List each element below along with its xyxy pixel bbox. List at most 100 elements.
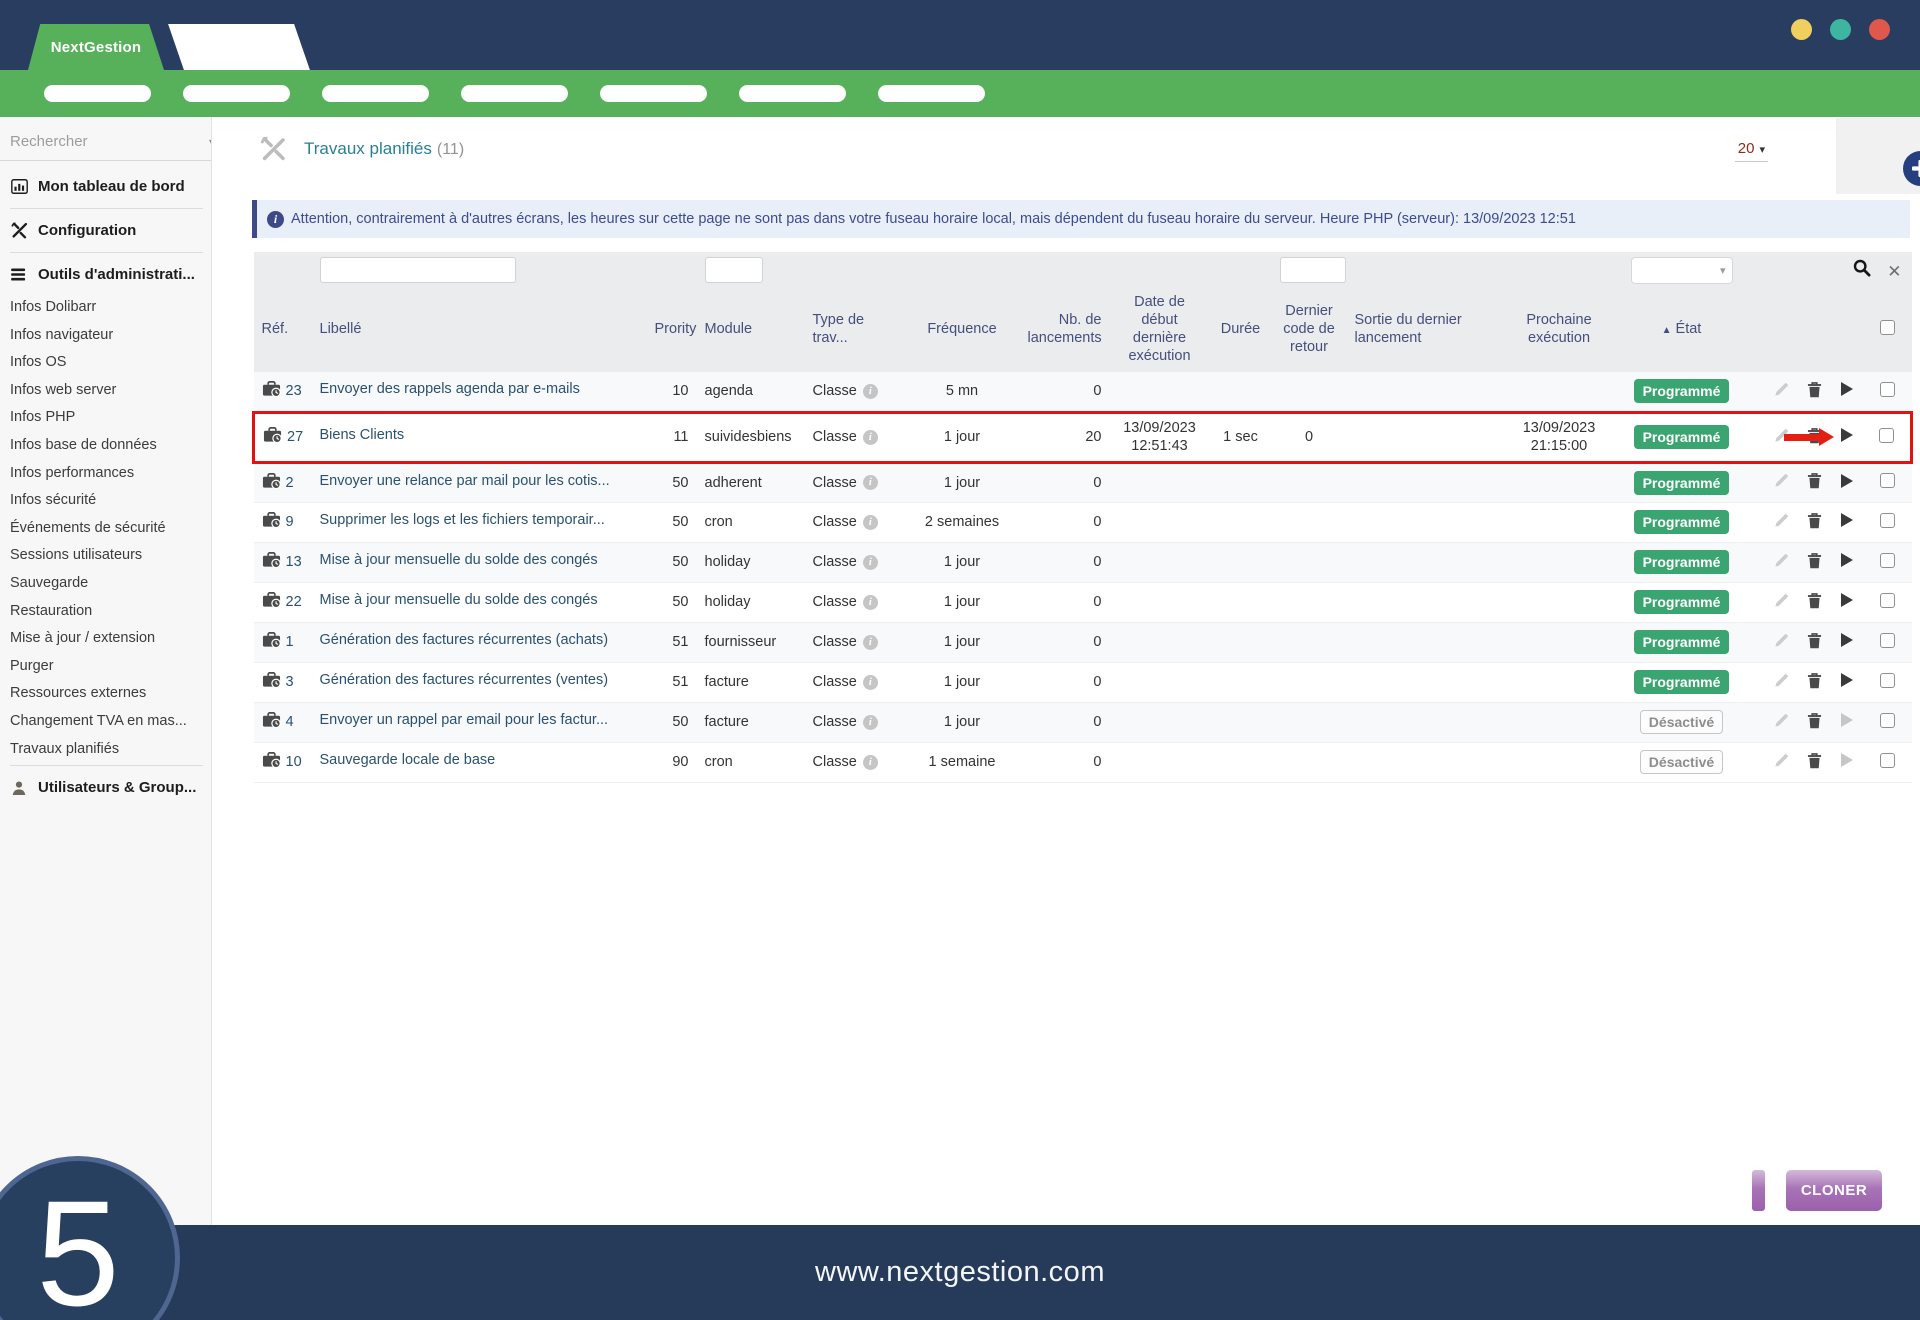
- nav-item-placeholder[interactable]: [600, 85, 707, 102]
- run-play-icon[interactable]: [1840, 712, 1854, 732]
- sidebar-section-configuration[interactable]: Configuration: [10, 211, 203, 250]
- edit-pencil-icon[interactable]: [1774, 753, 1789, 772]
- job-ref-link[interactable]: 3: [286, 674, 294, 690]
- edit-pencil-icon[interactable]: [1774, 633, 1789, 652]
- header-priority[interactable]: Prority: [647, 288, 697, 372]
- page-size-select[interactable]: 20 ▾: [1734, 138, 1768, 162]
- edit-pencil-icon[interactable]: [1774, 513, 1789, 532]
- sidebar-item-sauvegarde[interactable]: Sauvegarde: [10, 570, 203, 598]
- filter-status-select[interactable]: ▾: [1630, 256, 1733, 284]
- window-dot[interactable]: [1791, 19, 1812, 40]
- run-play-icon[interactable]: [1840, 473, 1854, 493]
- job-label-link[interactable]: Génération des factures récurrentes (ach…: [320, 632, 609, 648]
- row-checkbox[interactable]: [1880, 672, 1895, 688]
- sidebar-item-changement-tva-en-mas[interactable]: Changement TVA en mas...: [10, 708, 203, 736]
- nav-item-placeholder[interactable]: [44, 85, 151, 102]
- job-ref-link[interactable]: 9: [286, 514, 294, 530]
- job-label-link[interactable]: Génération des factures récurrentes (ven…: [320, 672, 609, 688]
- header-type[interactable]: Type de trav...: [805, 288, 905, 372]
- job-label-link[interactable]: Envoyer des rappels agenda par e-mails: [320, 381, 580, 397]
- nav-item-placeholder[interactable]: [322, 85, 429, 102]
- filter-label-input[interactable]: [319, 257, 516, 283]
- sidebar-item-evenements-de-securite[interactable]: Événements de sécurité: [10, 515, 203, 543]
- run-play-icon[interactable]: [1840, 632, 1854, 652]
- sidebar-item-mise-a-jour-extension[interactable]: Mise à jour / extension: [10, 625, 203, 653]
- nav-item-placeholder[interactable]: [739, 85, 846, 102]
- search-icon[interactable]: [1853, 259, 1875, 281]
- row-checkbox[interactable]: [1880, 632, 1895, 648]
- header-frequency[interactable]: Fréquence: [905, 288, 1020, 372]
- row-checkbox[interactable]: [1880, 512, 1895, 528]
- sidebar-item-infos-performances[interactable]: Infos performances: [10, 460, 203, 488]
- sidebar-item-infos-base-de-donnees[interactable]: Infos base de données: [10, 432, 203, 460]
- edit-pencil-icon[interactable]: [1774, 382, 1789, 401]
- window-dot[interactable]: [1830, 19, 1851, 40]
- job-ref-link[interactable]: 23: [286, 383, 302, 399]
- clone-button[interactable]: CLONER: [1786, 1170, 1882, 1211]
- job-ref-link[interactable]: 1: [286, 634, 294, 650]
- header-next-exec[interactable]: Prochaine exécution: [1507, 288, 1612, 372]
- row-checkbox[interactable]: [1880, 592, 1895, 608]
- header-launches[interactable]: Nb. de lancements: [1020, 288, 1110, 372]
- sidebar-item-sessions-utilisateurs[interactable]: Sessions utilisateurs: [10, 542, 203, 570]
- run-play-icon[interactable]: [1840, 672, 1854, 692]
- nav-item-placeholder[interactable]: [461, 85, 568, 102]
- row-checkbox[interactable]: [1880, 381, 1895, 397]
- delete-trash-icon[interactable]: [1807, 552, 1822, 573]
- delete-trash-icon[interactable]: [1807, 632, 1822, 653]
- job-label-link[interactable]: Mise à jour mensuelle du solde des congé…: [320, 592, 598, 608]
- sidebar-item-infos-php[interactable]: Infos PHP: [10, 404, 203, 432]
- job-ref-link[interactable]: 27: [287, 429, 303, 445]
- job-label-link[interactable]: Supprimer les logs et les fichiers tempo…: [320, 512, 605, 528]
- run-play-icon[interactable]: [1840, 381, 1854, 401]
- close-icon[interactable]: ✕: [1887, 262, 1901, 281]
- run-play-icon[interactable]: [1840, 592, 1854, 612]
- header-duration[interactable]: Durée: [1210, 288, 1272, 372]
- job-ref-link[interactable]: 2: [286, 475, 294, 491]
- sidebar-section-utilisateurs-group[interactable]: Utilisateurs & Group...: [10, 768, 203, 807]
- header-last-output[interactable]: Sortie du dernier lancement: [1347, 288, 1507, 372]
- filter-module-input[interactable]: [704, 257, 763, 283]
- delete-trash-icon[interactable]: [1807, 427, 1822, 448]
- edit-pencil-icon[interactable]: [1774, 553, 1789, 572]
- sidebar-item-infos-securite[interactable]: Infos sécurité: [10, 487, 203, 515]
- edit-pencil-icon[interactable]: [1774, 593, 1789, 612]
- sidebar-item-infos-os[interactable]: Infos OS: [10, 349, 203, 377]
- delete-trash-icon[interactable]: [1807, 672, 1822, 693]
- header-ref[interactable]: Réf.: [254, 288, 312, 372]
- row-checkbox[interactable]: [1880, 552, 1895, 568]
- job-label-link[interactable]: Sauvegarde locale de base: [320, 752, 496, 768]
- sidebar-item-travaux-planifies[interactable]: Travaux planifiés: [10, 736, 203, 764]
- search-caret-icon[interactable]: ▾: [209, 135, 211, 149]
- sidebar-item-infos-web-server[interactable]: Infos web server: [10, 377, 203, 405]
- edit-pencil-icon[interactable]: [1774, 673, 1789, 692]
- job-ref-link[interactable]: 13: [286, 554, 302, 570]
- run-play-icon[interactable]: [1840, 512, 1854, 532]
- header-status[interactable]: ▲ État: [1612, 288, 1752, 372]
- job-label-link[interactable]: Envoyer un rappel par email pour les fac…: [320, 712, 609, 728]
- sidebar-item-infos-navigateur[interactable]: Infos navigateur: [10, 322, 203, 350]
- row-checkbox[interactable]: [1880, 752, 1895, 768]
- header-label[interactable]: Libellé: [312, 288, 647, 372]
- run-play-icon[interactable]: [1840, 427, 1854, 447]
- run-play-icon[interactable]: [1840, 552, 1854, 572]
- filter-return-code-input[interactable]: [1279, 257, 1346, 283]
- clone-button-stub[interactable]: [1752, 1170, 1765, 1211]
- sidebar-item-restauration[interactable]: Restauration: [10, 598, 203, 626]
- window-dot[interactable]: [1869, 19, 1890, 40]
- header-return-code[interactable]: Dernier code de retour: [1272, 288, 1347, 372]
- row-checkbox[interactable]: [1880, 473, 1895, 488]
- delete-trash-icon[interactable]: [1807, 592, 1822, 613]
- edit-pencil-icon[interactable]: [1774, 428, 1789, 447]
- nav-item-placeholder[interactable]: [183, 85, 290, 102]
- delete-trash-icon[interactable]: [1807, 712, 1822, 733]
- row-checkbox[interactable]: [1879, 427, 1895, 443]
- sidebar-section-mon-tableau-de-bord[interactable]: Mon tableau de bord: [10, 167, 203, 206]
- job-label-link[interactable]: Mise à jour mensuelle du solde des congé…: [320, 552, 598, 568]
- edit-pencil-icon[interactable]: [1774, 713, 1789, 732]
- edit-pencil-icon[interactable]: [1774, 473, 1789, 492]
- job-label-link[interactable]: Envoyer une relance par mail pour les co…: [320, 473, 610, 489]
- run-play-icon[interactable]: [1840, 752, 1854, 772]
- job-label-link[interactable]: Biens Clients: [320, 427, 405, 443]
- delete-trash-icon[interactable]: [1807, 512, 1822, 533]
